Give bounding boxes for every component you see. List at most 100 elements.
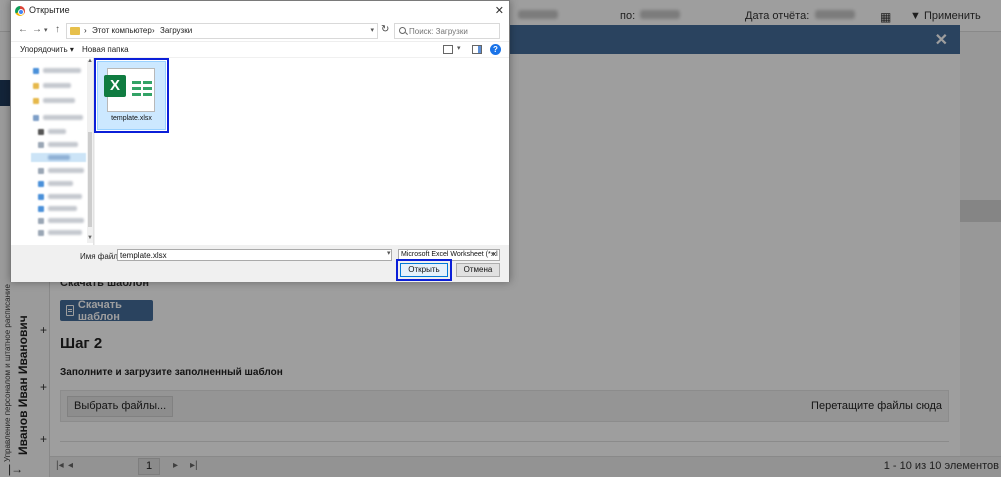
view-options-icon[interactable] (443, 45, 453, 54)
close-icon[interactable]: ✕ (935, 30, 948, 50)
report-date-value (815, 10, 855, 19)
nav-item-icon (33, 98, 39, 104)
next-page-icon[interactable]: ▸ (173, 460, 178, 471)
apply-button-label: Применить (923, 10, 981, 22)
new-folder-button[interactable]: Новая папка (82, 45, 129, 54)
forward-arrow-icon[interactable]: → (32, 24, 42, 35)
dialog-title: Открытие (29, 5, 70, 15)
nav-item-icon (33, 115, 39, 121)
nav-item-icon (38, 142, 44, 148)
nav-item[interactable] (43, 98, 75, 103)
nav-item[interactable] (48, 218, 84, 223)
search-icon (399, 27, 406, 34)
nav-item[interactable] (48, 206, 77, 211)
preview-pane-icon[interactable] (472, 45, 482, 54)
sidebar-subtitle: Управление персоналом и штатное расписан… (3, 284, 12, 462)
sidebar-toggle-icon[interactable]: |→ (8, 462, 23, 476)
choose-files-button[interactable]: Выбрать файлы... (67, 396, 174, 417)
close-icon[interactable]: ✕ (495, 4, 504, 17)
sheet-cell (132, 87, 141, 90)
sheet-cell (143, 81, 152, 84)
report-date-label: Дата отчёта: (745, 10, 810, 22)
chevron-down-icon[interactable]: ▾ (370, 26, 374, 34)
nav-item-icon (38, 206, 44, 212)
open-file-dialog: Открытие ✕ ← → ▾ ↑ › Этот компьютер › За… (10, 0, 510, 282)
up-arrow-icon[interactable]: ↑ (55, 24, 60, 35)
sheet-cell (132, 81, 141, 84)
file-item-template[interactable]: X template.xlsx (94, 58, 169, 133)
chevron-down-icon[interactable]: ▼ (87, 235, 93, 241)
nav-item-icon (38, 218, 44, 224)
chevron-down-icon[interactable]: ▾ (457, 44, 461, 52)
chevron-right-icon: › (84, 26, 87, 35)
nav-item-icon (33, 68, 39, 74)
cancel-button[interactable]: Отмена (456, 263, 500, 277)
navigation-pane[interactable]: ▲ ▼ (11, 58, 94, 245)
nav-item[interactable] (43, 83, 71, 88)
expand-plus-icon[interactable]: + (40, 323, 47, 337)
first-page-icon[interactable]: |◂ (56, 460, 64, 471)
chevron-down-icon[interactable]: ▾ (491, 250, 495, 258)
filter-icon: ▼ (910, 10, 924, 22)
file-list: X template.xlsx (94, 58, 509, 245)
nav-item[interactable] (43, 115, 83, 120)
address-bar[interactable]: › Этот компьютер › Загрузки ▾ (66, 23, 378, 39)
chevron-down-icon[interactable]: ▾ (387, 249, 391, 257)
excel-file-icon: X (104, 68, 155, 112)
nav-item[interactable] (48, 230, 82, 235)
nav-item[interactable] (48, 168, 84, 173)
nav-item-icon (38, 168, 44, 174)
right-panel-row (960, 200, 1001, 222)
file-type-select[interactable]: Microsoft Excel Worksheet (*.xl (398, 249, 500, 261)
calendar-icon[interactable]: ▦ (880, 10, 891, 24)
folder-icon (70, 27, 80, 35)
date-to-value (640, 10, 680, 19)
search-input[interactable] (409, 26, 497, 37)
drop-hint: Перетащите файлы сюда (811, 400, 942, 412)
date-from-value (518, 10, 558, 19)
open-button[interactable]: Открыть (396, 259, 452, 281)
divider (60, 441, 949, 442)
nav-item-icon (38, 230, 44, 236)
download-template-label: Скачать шаблон (77, 298, 122, 323)
nav-item[interactable] (48, 129, 66, 134)
sheet-cell (132, 93, 141, 96)
address-row: ← → ▾ ↑ › Этот компьютер › Загрузки ▾ ↻ (11, 21, 509, 41)
sidebar-user-name: Иванов Иван Иванович (16, 315, 30, 455)
nav-item[interactable] (48, 194, 82, 199)
nav-item[interactable] (43, 68, 81, 73)
nav-item[interactable] (48, 181, 73, 186)
prev-page-icon[interactable]: ◂ (68, 460, 73, 471)
upload-dropzone[interactable]: Выбрать файлы... Перетащите файлы сюда (60, 390, 949, 422)
date-to-label: по: (620, 10, 636, 22)
nav-item-icon (38, 194, 44, 200)
breadcrumb-this-pc[interactable]: Этот компьютер (92, 26, 152, 35)
nav-item-icon (38, 181, 44, 187)
chrome-icon (15, 6, 25, 16)
last-page-icon[interactable]: ▸| (190, 460, 198, 471)
help-icon[interactable]: ? (490, 44, 501, 55)
nav-item[interactable] (48, 142, 78, 147)
nav-scrollbar[interactable]: ▲ ▼ (87, 58, 93, 243)
chevron-up-icon[interactable]: ▲ (87, 58, 93, 64)
recent-dropdown-icon[interactable]: ▾ (44, 26, 48, 34)
file-name-input[interactable] (117, 249, 392, 261)
scrollbar-thumb[interactable] (88, 132, 92, 227)
file-name: template.xlsx (111, 115, 152, 122)
pager: |◂ ◂ 1 ▸ ▸| 1 - 10 из 10 элементов (50, 456, 1001, 477)
dialog-titlebar: Открытие ✕ (11, 1, 509, 21)
breadcrumb-downloads[interactable]: Загрузки (160, 26, 192, 35)
sheet-cell (143, 87, 152, 90)
expand-plus-icon[interactable]: + (40, 380, 47, 394)
apply-button[interactable]: ▼ Применить (910, 10, 981, 22)
excel-badge: X (104, 75, 126, 97)
sheet-cell (143, 93, 152, 96)
download-template-button[interactable]: Скачать шаблон (60, 298, 153, 323)
expand-plus-icon[interactable]: + (40, 432, 47, 446)
organize-menu[interactable]: Упорядочить ▾ (20, 45, 74, 54)
refresh-icon[interactable]: ↻ (381, 24, 389, 35)
back-arrow-icon[interactable]: ← (18, 24, 28, 35)
nav-item[interactable] (48, 155, 70, 160)
current-page[interactable]: 1 (138, 458, 160, 475)
search-box[interactable] (394, 23, 500, 39)
